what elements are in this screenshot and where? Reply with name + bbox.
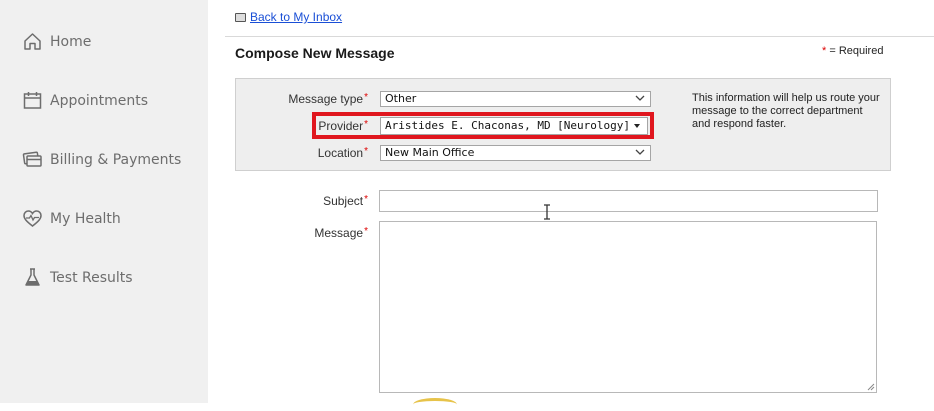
sidebar-item-label: My Health	[50, 210, 121, 227]
sidebar-item-my-health[interactable]: My Health	[22, 208, 121, 229]
required-legend-text: = Required	[826, 45, 884, 57]
routing-info-text: This information will help us route your…	[692, 92, 880, 130]
sidebar-item-appointments[interactable]: Appointments	[22, 90, 148, 111]
page-title: Compose New Message	[235, 45, 395, 61]
subject-label-text: Subject	[323, 194, 364, 208]
required-legend: * = Required	[822, 45, 883, 57]
required-asterisk: *	[364, 92, 368, 103]
chevron-down-icon	[635, 149, 645, 155]
inbox-icon	[235, 12, 246, 22]
sidebar-item-billing[interactable]: Billing & Payments	[22, 149, 181, 170]
subject-label: Subject*	[268, 194, 368, 208]
text-cursor-icon	[544, 204, 550, 220]
location-value: New Main Office	[385, 146, 475, 159]
calendar-icon	[22, 90, 43, 111]
back-to-inbox[interactable]: Back to My Inbox	[235, 10, 342, 24]
decorative-swoosh	[413, 398, 457, 411]
subject-input[interactable]	[379, 190, 878, 212]
message-type-value: Other	[385, 92, 417, 105]
message-type-label-text: Message type	[288, 92, 364, 106]
sidebar-item-home[interactable]: Home	[22, 31, 91, 52]
message-type-select[interactable]: Other	[380, 91, 651, 107]
billing-icon	[22, 149, 43, 170]
location-label: Location*	[268, 146, 368, 160]
location-select[interactable]: New Main Office	[380, 145, 651, 161]
message-label-text: Message	[314, 226, 364, 240]
divider	[225, 36, 934, 37]
heart-pulse-icon	[22, 208, 43, 229]
flask-icon	[22, 267, 43, 288]
sidebar-item-label: Appointments	[50, 92, 149, 109]
required-asterisk: *	[364, 226, 368, 237]
sidebar-item-test-results[interactable]: Test Results	[22, 267, 133, 288]
message-type-label: Message type*	[268, 92, 368, 106]
chevron-down-icon	[635, 95, 645, 101]
home-icon	[22, 31, 43, 52]
sidebar-item-label: Test Results	[50, 269, 133, 286]
main-content: Back to My Inbox Compose New Message * =…	[208, 0, 934, 403]
required-asterisk: *	[364, 146, 368, 157]
sidebar-item-label: Home	[50, 33, 92, 50]
sidebar-item-label: Billing & Payments	[50, 151, 182, 168]
required-asterisk: *	[364, 194, 368, 205]
location-label-text: Location	[317, 146, 364, 160]
message-textarea[interactable]	[379, 221, 877, 393]
sidebar: Home Appointments Billing & Payments My …	[0, 0, 208, 403]
resize-grip-icon[interactable]	[867, 383, 875, 391]
provider-highlight-box	[312, 112, 654, 139]
back-to-inbox-link[interactable]: Back to My Inbox	[250, 10, 342, 24]
message-label: Message*	[268, 226, 368, 240]
